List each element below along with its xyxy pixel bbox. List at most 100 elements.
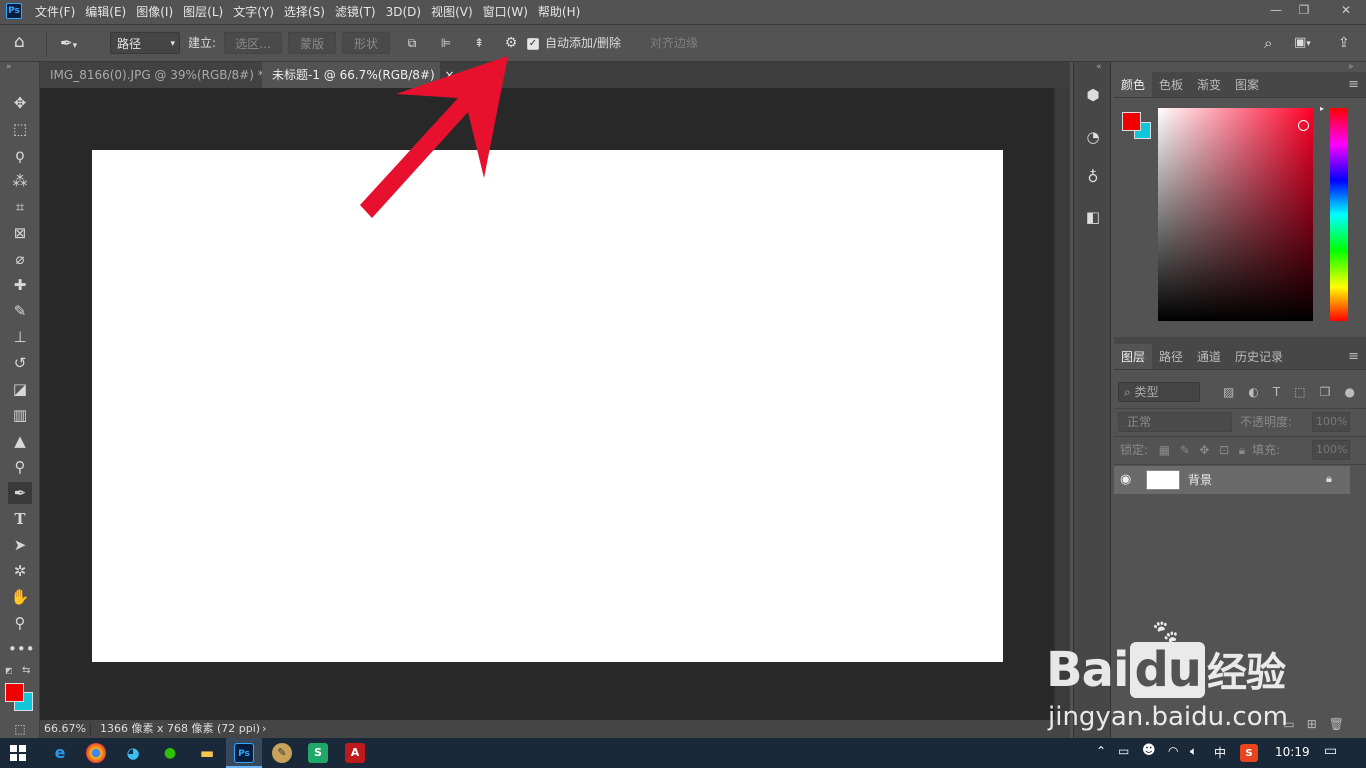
- visibility-eye-icon[interactable]: ◉: [1120, 472, 1131, 487]
- filter-toggle-icon[interactable]: ●: [1344, 382, 1354, 402]
- minimize-button[interactable]: —: [1262, 1, 1290, 19]
- mode-select[interactable]: 路径 ▾: [110, 32, 180, 54]
- menu-select[interactable]: 选择(S): [279, 0, 330, 24]
- tray-chevron-up-icon[interactable]: ⌃: [1096, 744, 1106, 758]
- type-tool-icon[interactable]: T: [8, 508, 32, 530]
- type-filter-icon[interactable]: T: [1273, 382, 1280, 402]
- frame-tool-icon[interactable]: ⊠: [8, 222, 32, 244]
- close-window-button[interactable]: ✕: [1326, 1, 1366, 19]
- lock-pixels-icon[interactable]: ✎: [1180, 440, 1190, 460]
- wifi-icon[interactable]: ◠: [1168, 744, 1178, 758]
- lock-artboard-icon[interactable]: ⊡: [1219, 440, 1229, 460]
- notification-icon[interactable]: ▭: [1324, 743, 1337, 759]
- blend-mode-select[interactable]: 正常: [1118, 412, 1232, 432]
- ie-browser-icon[interactable]: e: [50, 743, 70, 763]
- start-windows-icon[interactable]: [10, 745, 26, 761]
- menu-filter[interactable]: 滤镜(T): [330, 0, 381, 24]
- custom-shape-tool-icon[interactable]: ✲: [8, 560, 32, 582]
- opacity-input[interactable]: 100%: [1312, 412, 1350, 432]
- workspace-icon[interactable]: ▣▾: [1294, 32, 1311, 54]
- fill-input[interactable]: 100%: [1312, 440, 1350, 460]
- hand-tool-icon[interactable]: ✋: [8, 586, 32, 608]
- 3d-panel-icon[interactable]: ⬢: [1080, 82, 1106, 108]
- lasso-tool-icon[interactable]: ϙ: [8, 144, 32, 166]
- tab-history[interactable]: 历史记录: [1228, 344, 1290, 369]
- history-panel-icon[interactable]: ◔: [1080, 124, 1106, 150]
- zoom-tool-icon[interactable]: ⚲: [8, 612, 32, 634]
- menu-file[interactable]: 文件(F): [30, 0, 80, 24]
- libraries-panel-icon[interactable]: ◧: [1080, 204, 1106, 230]
- lock-position-icon[interactable]: ✥: [1199, 440, 1209, 460]
- gradient-tool-icon[interactable]: ▥: [8, 404, 32, 426]
- crop-tool-icon[interactable]: ⌗: [8, 196, 32, 218]
- status-menu-icon[interactable]: ›: [262, 720, 266, 738]
- move-tool-icon[interactable]: ✥: [8, 92, 32, 114]
- adjustment-filter-icon[interactable]: ◐: [1248, 382, 1258, 402]
- qq-tray-icon[interactable]: ☻: [1142, 743, 1156, 758]
- lock-all-icon[interactable]: 🔒︎: [1239, 440, 1245, 460]
- healing-brush-tool-icon[interactable]: ✚: [8, 274, 32, 296]
- hue-slider-handle-icon[interactable]: ▸: [1320, 104, 1324, 113]
- marquee-tool-icon[interactable]: ⬚: [8, 118, 32, 140]
- eraser-tool-icon[interactable]: ◪: [8, 378, 32, 400]
- menu-3d[interactable]: 3D(D): [381, 0, 426, 24]
- file-explorer-icon[interactable]: ▬: [197, 743, 217, 763]
- hue-slider[interactable]: [1330, 108, 1348, 321]
- quick-mask-icon[interactable]: ⬚: [8, 718, 32, 740]
- home-icon[interactable]: ⌂: [14, 32, 25, 54]
- tab-swatches[interactable]: 色板: [1152, 72, 1190, 97]
- menu-help[interactable]: 帮助(H): [533, 0, 585, 24]
- color-picker-cursor[interactable]: [1298, 120, 1309, 131]
- collapse-panels-icon[interactable]: »: [1348, 62, 1354, 72]
- tab-paths[interactable]: 路径: [1152, 344, 1190, 369]
- shape-filter-icon[interactable]: ⬚: [1294, 382, 1305, 402]
- menu-view[interactable]: 视图(V): [426, 0, 478, 24]
- blur-tool-icon[interactable]: ▲: [8, 430, 32, 452]
- menu-edit[interactable]: 编辑(E): [80, 0, 131, 24]
- edge-browser-icon[interactable]: ◕: [123, 743, 143, 763]
- magic-wand-tool-icon[interactable]: ⁂: [8, 170, 32, 192]
- default-colors-icon[interactable]: ◩: [5, 666, 15, 676]
- more-tools-icon[interactable]: •••: [8, 638, 35, 660]
- image-filter-icon[interactable]: ▨: [1223, 382, 1234, 402]
- tab-img-8166[interactable]: IMG_8166(0).JPG @ 39%(RGB/8#) * ×: [40, 62, 284, 88]
- make-mask-button[interactable]: 蒙版: [288, 32, 336, 54]
- auto-add-delete-checkbox[interactable]: ✓: [527, 38, 539, 50]
- sogou-ime-icon[interactable]: S: [1240, 744, 1258, 762]
- tab-layers[interactable]: 图层: [1114, 344, 1153, 369]
- menu-type[interactable]: 文字(Y): [228, 0, 279, 24]
- pen-tool-preset-icon[interactable]: ✒▾: [60, 32, 77, 54]
- document-canvas[interactable]: [92, 150, 1003, 662]
- color-panel-foreground-swatch[interactable]: [1122, 112, 1141, 131]
- menu-layer[interactable]: 图层(L): [178, 0, 228, 24]
- stamp-tool-icon[interactable]: ⊥: [8, 326, 32, 348]
- wps-sheet-icon[interactable]: S: [308, 743, 328, 763]
- dodge-tool-icon[interactable]: ⚲: [8, 456, 32, 478]
- expand-panels-icon[interactable]: «: [1096, 62, 1102, 72]
- smart-object-filter-icon[interactable]: ❐: [1320, 382, 1331, 402]
- tab-patterns[interactable]: 图案: [1228, 72, 1266, 97]
- menu-window[interactable]: 窗口(W): [478, 0, 533, 24]
- collapse-icon[interactable]: »: [6, 62, 12, 72]
- share-icon[interactable]: ⇪: [1338, 32, 1350, 54]
- lock-transparency-icon[interactable]: ▦: [1159, 440, 1170, 460]
- wechat-icon[interactable]: ●: [160, 743, 180, 763]
- zoom-level[interactable]: 66.67%: [44, 720, 86, 738]
- volume-muted-icon[interactable]: 🔈︎: [1190, 744, 1197, 759]
- chrome-icon[interactable]: [86, 743, 106, 763]
- layer-name[interactable]: 背景: [1188, 466, 1212, 494]
- learn-panel-icon[interactable]: ♁: [1080, 164, 1106, 190]
- history-brush-tool-icon[interactable]: ↺: [8, 352, 32, 374]
- path-selection-tool-icon[interactable]: ➤: [8, 534, 32, 556]
- color-field[interactable]: [1158, 108, 1313, 321]
- foreground-color-swatch[interactable]: [5, 683, 24, 702]
- brush-tool-icon[interactable]: ✎: [8, 300, 32, 322]
- tab-gradients[interactable]: 渐变: [1190, 72, 1228, 97]
- panel-menu-icon[interactable]: ≡: [1341, 72, 1366, 97]
- layer-row[interactable]: ◉ 背景 🔒︎: [1114, 466, 1350, 494]
- tab-channels[interactable]: 通道: [1190, 344, 1228, 369]
- restore-button[interactable]: ❐: [1290, 1, 1318, 19]
- eyedropper-tool-icon[interactable]: ⌀: [8, 248, 32, 270]
- ime-indicator[interactable]: 中: [1214, 744, 1226, 761]
- align-edges-checkbox[interactable]: [634, 38, 646, 50]
